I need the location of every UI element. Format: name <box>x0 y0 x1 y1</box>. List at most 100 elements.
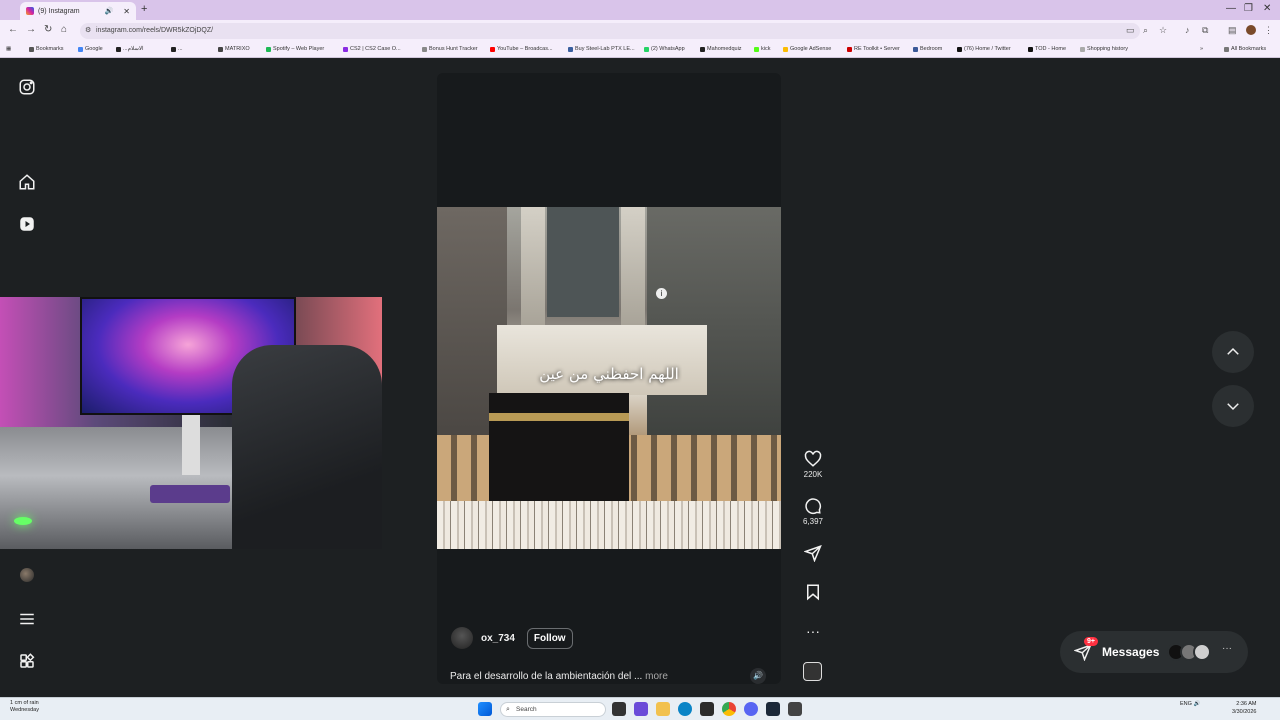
reel-author: ox_734 Follow <box>451 627 573 649</box>
discord-icon[interactable] <box>744 702 758 716</box>
bookmark-10[interactable]: (2) WhatsApp <box>644 46 685 52</box>
reel-player[interactable]: اللهم احفظني من عين i ox_734 Follow Para… <box>437 73 781 684</box>
task-view-icon[interactable] <box>612 702 626 716</box>
previous-reel-button[interactable] <box>1212 331 1254 373</box>
bookmark-5[interactable]: Spotify – Web Player <box>266 46 324 52</box>
reels-nav-icon[interactable] <box>18 215 36 233</box>
more-link[interactable]: more <box>645 671 668 682</box>
taskbar-search[interactable]: ⌕ Search <box>500 702 606 717</box>
zoom-icon[interactable]: ⌕ <box>1143 25 1148 36</box>
info-icon[interactable]: i <box>656 288 667 299</box>
save-button[interactable] <box>800 583 826 601</box>
close-window-button[interactable]: ✕ <box>1263 3 1271 14</box>
messages-button[interactable]: 9+ Messages ··· <box>1060 631 1248 673</box>
description-text: Para el desarrollo de la ambientación de… <box>450 671 643 682</box>
profile-avatar-icon[interactable] <box>1246 25 1256 35</box>
app-icon[interactable] <box>788 702 802 716</box>
copilot-icon[interactable] <box>634 702 648 716</box>
home-nav-icon[interactable] <box>18 173 36 191</box>
bookmark-1[interactable]: Google <box>78 46 103 52</box>
bookmark-star-icon[interactable]: ☆ <box>1159 25 1167 36</box>
maximize-button[interactable]: ❐ <box>1244 3 1253 14</box>
start-icon[interactable] <box>478 702 492 716</box>
reel-video[interactable]: اللهم احفظني من عين i <box>437 207 781 549</box>
site-info-icon[interactable]: ⚙ <box>85 23 91 39</box>
bookmark-4[interactable]: MATRIXO <box>218 46 250 52</box>
all-bookmarks[interactable]: All Bookmarks <box>1224 46 1266 52</box>
bookmark-favicon-icon <box>343 46 348 52</box>
bookmark-16[interactable]: (76) Home / Twitter <box>957 46 1011 52</box>
weather-line-1: 1 cm of rain <box>10 700 39 706</box>
forward-icon[interactable]: → <box>26 24 36 35</box>
webcam-chair <box>232 345 382 549</box>
edge-icon[interactable] <box>678 702 692 716</box>
weather-widget[interactable]: 1 cm of rain Wednesday <box>10 700 39 714</box>
steam-icon[interactable] <box>766 702 780 716</box>
bookmarks-overflow-icon[interactable]: » <box>1200 46 1203 52</box>
bookmark-15[interactable]: Bedroom <box>913 46 942 52</box>
bookmark-9[interactable]: Buy Steel-Lab PTX LE... <box>568 46 635 52</box>
folder-icon <box>1224 46 1229 52</box>
language-indicator[interactable]: ENG <box>1180 701 1192 707</box>
bookmark-13[interactable]: Google AdSense <box>783 46 831 52</box>
sidebar-icon[interactable]: ▤ <box>1228 25 1237 36</box>
speaker-icon[interactable]: 🔊 <box>1193 701 1200 707</box>
bookmark-14[interactable]: RE Toolkit • Server <box>847 46 900 52</box>
bookmark-2[interactable]: ...الاسلام <box>116 46 144 52</box>
volume-icon[interactable]: 🔊 <box>750 668 766 684</box>
next-reel-button[interactable] <box>1212 385 1254 427</box>
bookmark-favicon-icon <box>754 46 759 52</box>
more-options-icon[interactable]: ··· <box>800 622 826 640</box>
comment-icon <box>805 498 822 515</box>
bookmark-favicon-icon <box>1028 46 1033 52</box>
audio-icon[interactable]: ♪ <box>1185 25 1190 35</box>
minimize-button[interactable]: — <box>1226 3 1236 14</box>
bookmark-0[interactable]: Bookmarks <box>29 46 64 52</box>
audio-thumbnail[interactable] <box>803 662 822 681</box>
home-icon[interactable]: ⌂ <box>61 24 67 35</box>
apps-icon[interactable]: ▦ <box>6 46 11 52</box>
cast-icon[interactable]: ▭ <box>1126 25 1135 36</box>
bookmark-8[interactable]: YouTube – Broadcas... <box>490 46 553 52</box>
bookmark-3[interactable]: ... <box>171 46 183 52</box>
bookmark-12[interactable]: kick <box>754 46 770 52</box>
author-username[interactable]: ox_734 <box>481 633 515 644</box>
new-tab-button[interactable]: + <box>141 3 147 15</box>
profile-nav-avatar[interactable] <box>20 568 34 582</box>
menu-icon[interactable]: ⋮ <box>1264 25 1273 36</box>
address-bar[interactable]: ⚙ instagram.com/reels/DWR5kZOjDQZ/ <box>80 23 1140 39</box>
bookmark-6[interactable]: CS2 | CS2 Case O... <box>343 46 401 52</box>
bookmark-18[interactable]: Shopping history <box>1080 46 1128 52</box>
chrome-icon[interactable] <box>722 702 736 716</box>
like-button[interactable]: 220K <box>800 450 826 479</box>
extensions-icon[interactable]: ⧉ <box>1202 25 1208 36</box>
tab-audio-icon[interactable]: 🔊 <box>105 7 114 15</box>
bookmark-7[interactable]: Bonus Hunt Tracker <box>422 46 478 52</box>
video-kaaba-band <box>489 413 629 421</box>
video-building <box>647 207 781 437</box>
messages-badge: 9+ <box>1084 637 1098 646</box>
back-icon[interactable]: ← <box>8 24 18 35</box>
also-from-meta-icon[interactable] <box>18 652 36 670</box>
bookmark-favicon-icon <box>1080 46 1085 52</box>
browser-tab[interactable]: (9) Instagram 🔊 ✕ <box>20 2 136 20</box>
store-icon[interactable] <box>700 702 714 716</box>
follow-button[interactable]: Follow <box>526 627 573 649</box>
chevron-up-icon <box>1227 347 1239 355</box>
bookmark-11[interactable]: Mahomedquiz <box>700 46 742 52</box>
share-button[interactable] <box>800 544 826 562</box>
bookmark-favicon-icon <box>78 46 83 52</box>
bookmark-favicon-icon <box>29 46 34 52</box>
file-explorer-icon[interactable] <box>656 702 670 716</box>
author-avatar[interactable] <box>451 627 473 649</box>
system-tray[interactable]: ENG 🔊 <box>1180 701 1200 707</box>
clock[interactable]: 2:36 AM 3/30/2026 <box>1232 700 1256 716</box>
bookmark-17[interactable]: TOD - Home <box>1028 46 1066 52</box>
reload-icon[interactable]: ↻ <box>44 24 52 35</box>
comment-button[interactable]: 6,397 <box>800 497 826 526</box>
video-kaaba <box>489 393 629 505</box>
instagram-reels-page: اللهم احفظني من عين i ox_734 Follow Para… <box>0 59 1280 697</box>
more-menu-icon[interactable] <box>18 610 36 628</box>
instagram-logo-icon[interactable] <box>18 78 36 96</box>
tab-close-icon[interactable]: ✕ <box>123 7 130 16</box>
